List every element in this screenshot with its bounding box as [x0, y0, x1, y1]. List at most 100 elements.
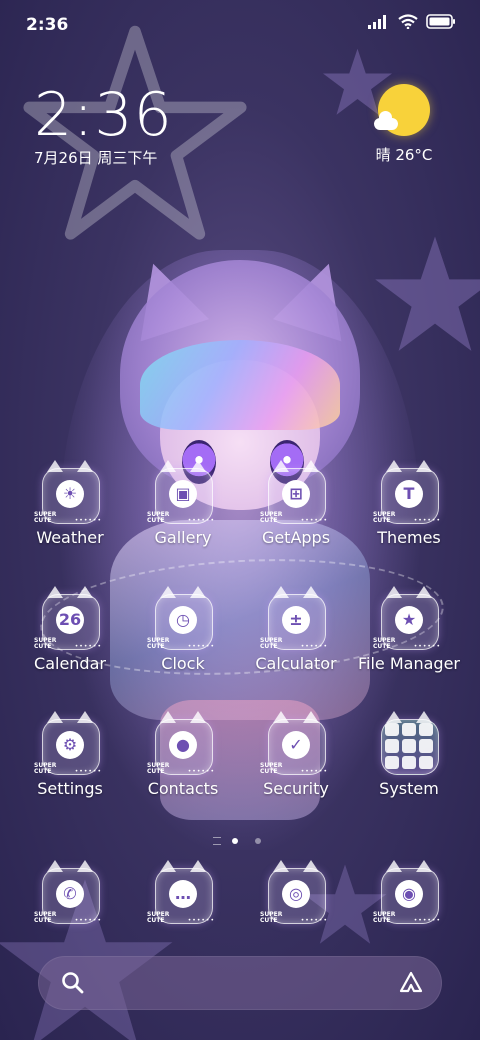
app-weather[interactable]: ☀ SUPER CUTE •••••• Weather	[13, 460, 127, 547]
cat-ear-decoration	[386, 586, 402, 598]
search-bar[interactable]	[38, 956, 442, 1010]
cat-ear-decoration	[416, 860, 432, 872]
calculator-icon: ±	[282, 606, 310, 634]
icon-dots-decoration: ••••••	[74, 768, 102, 775]
icon-frame	[381, 711, 439, 775]
icon-frame: ◎ SUPER CUTE ••••••	[260, 860, 327, 924]
page-dot	[255, 837, 262, 844]
system-folder-icon	[385, 723, 433, 769]
super-cute-badge: SUPER CUTE	[373, 637, 396, 650]
weather-widget[interactable]: 晴 26°C	[364, 84, 444, 165]
icon-dots-decoration: ••••••	[413, 917, 441, 924]
icon-dots-decoration: ••••••	[74, 517, 102, 524]
app-label: GetApps	[261, 528, 331, 547]
icon-dots-decoration: ••••••	[187, 517, 215, 524]
icon-dots-decoration: ••••••	[413, 517, 441, 524]
wifi-icon	[398, 14, 418, 29]
cat-ear-decoration	[190, 711, 206, 723]
cat-ear-decoration	[303, 586, 319, 598]
app-getapps[interactable]: ⊞ SUPER CUTE •••••• GetApps	[239, 460, 353, 547]
dock: ✆ SUPER CUTE •••••• … SUPER CUTE •••••• ◎ SUPER CU…	[0, 860, 480, 944]
app-label: Calendar	[34, 654, 106, 673]
cat-ear-decoration	[273, 586, 289, 598]
app-contacts[interactable]: ● SUPER CUTE •••••• Contacts	[126, 711, 240, 798]
app-label: File Manager	[358, 654, 460, 673]
icon-frame: ★ SUPER CUTE ••••••	[373, 586, 440, 650]
cat-ear-decoration	[160, 586, 176, 598]
phone-icon: ✆	[56, 880, 84, 908]
icon-dots-decoration: ••••••	[300, 517, 328, 524]
app-label: Gallery	[154, 528, 212, 547]
app-calculator[interactable]: ± SUPER CUTE •••••• Calculator	[239, 586, 353, 673]
dock-messages[interactable]: … SUPER CUTE ••••••	[126, 860, 240, 924]
super-cute-badge: SUPER CUTE	[34, 637, 57, 650]
weather-icon: ☀	[56, 480, 84, 508]
themes-icon: T	[395, 480, 423, 508]
assistant-icon[interactable]	[398, 970, 424, 996]
super-cute-badge: SUPER CUTE	[147, 637, 170, 650]
weather-temp: 晴 26°C	[375, 146, 433, 164]
widget-clock[interactable]: 2:36	[34, 80, 173, 150]
super-cute-badge: SUPER CUTE	[260, 637, 283, 650]
cat-ear-decoration	[303, 460, 319, 472]
cat-ear-decoration	[47, 460, 63, 472]
battery-icon	[426, 14, 455, 29]
cat-ear-decoration	[386, 460, 402, 472]
app-label: Contacts	[147, 779, 219, 798]
wallpaper-star-right	[375, 236, 480, 351]
app-label: Weather	[36, 528, 104, 547]
app-clock[interactable]: ◷ SUPER CUTE •••••• Clock	[126, 586, 240, 673]
app-label: Settings	[37, 779, 103, 798]
cat-ear-decoration	[77, 586, 93, 598]
cat-ear-decoration	[273, 460, 289, 472]
app-label: Clock	[161, 654, 205, 673]
icon-dots-decoration: ••••••	[187, 917, 215, 924]
icon-dots-decoration: ••••••	[74, 643, 102, 650]
super-cute-badge: SUPER CUTE	[147, 911, 170, 924]
app-themes[interactable]: T SUPER CUTE •••••• Themes	[352, 460, 466, 547]
icon-frame: 26 SUPER CUTE ••••••	[34, 586, 101, 650]
app-label: Security	[263, 779, 329, 798]
dock-phone[interactable]: ✆ SUPER CUTE ••••••	[13, 860, 127, 924]
cat-ear-decoration	[386, 860, 402, 872]
app-label: Themes	[377, 528, 441, 547]
cat-ear-decoration	[77, 711, 93, 723]
icon-frame: ± SUPER CUTE ••••••	[260, 586, 327, 650]
app-settings[interactable]: ⚙ SUPER CUTE •••••• Settings	[13, 711, 127, 798]
status-bar: 2:36	[0, 0, 480, 50]
cat-ear-decoration	[303, 860, 319, 872]
app-calendar[interactable]: 26 SUPER CUTE •••••• Calendar	[13, 586, 127, 673]
file-manager-icon: ★	[395, 606, 423, 634]
app-security[interactable]: ✓ SUPER CUTE •••••• Security	[239, 711, 353, 798]
icon-dots-decoration: ••••••	[74, 917, 102, 924]
app-label: Calculator	[255, 654, 337, 673]
cat-ear-decoration	[386, 711, 402, 723]
icon-frame: ● SUPER CUTE ••••••	[147, 711, 214, 775]
dock-browser[interactable]: ◎ SUPER CUTE ••••••	[239, 860, 353, 924]
security-icon: ✓	[282, 731, 310, 759]
contacts-icon: ●	[169, 731, 197, 759]
clock-icon: ◷	[169, 606, 197, 634]
super-cute-badge: SUPER CUTE	[373, 911, 396, 924]
app-gallery[interactable]: ▣ SUPER CUTE •••••• Gallery	[126, 460, 240, 547]
app-file-manager[interactable]: ★ SUPER CUTE •••••• File Manager	[352, 586, 466, 673]
cat-ear-decoration	[273, 711, 289, 723]
status-icons	[368, 14, 456, 29]
cat-ear-decoration	[47, 711, 63, 723]
super-cute-badge: SUPER CUTE	[260, 762, 283, 775]
browser-icon: ◎	[282, 880, 310, 908]
dock-camera[interactable]: ◉ SUPER CUTE ••••••	[352, 860, 466, 924]
cat-ear-decoration	[160, 860, 176, 872]
camera-icon: ◉	[395, 880, 423, 908]
search-icon	[62, 972, 84, 994]
icon-frame: … SUPER CUTE ••••••	[147, 860, 214, 924]
super-cute-badge: SUPER CUTE	[147, 762, 170, 775]
widget-date[interactable]: 7月26日 周三下午	[34, 147, 157, 168]
gallery-icon: ▣	[169, 480, 197, 508]
page-indicator[interactable]	[0, 830, 480, 849]
cat-ear-decoration	[190, 860, 206, 872]
app-system[interactable]: System	[352, 711, 466, 798]
cat-ear-decoration	[416, 711, 432, 723]
icon-dots-decoration: ••••••	[300, 917, 328, 924]
icon-dots-decoration: ••••••	[300, 643, 328, 650]
